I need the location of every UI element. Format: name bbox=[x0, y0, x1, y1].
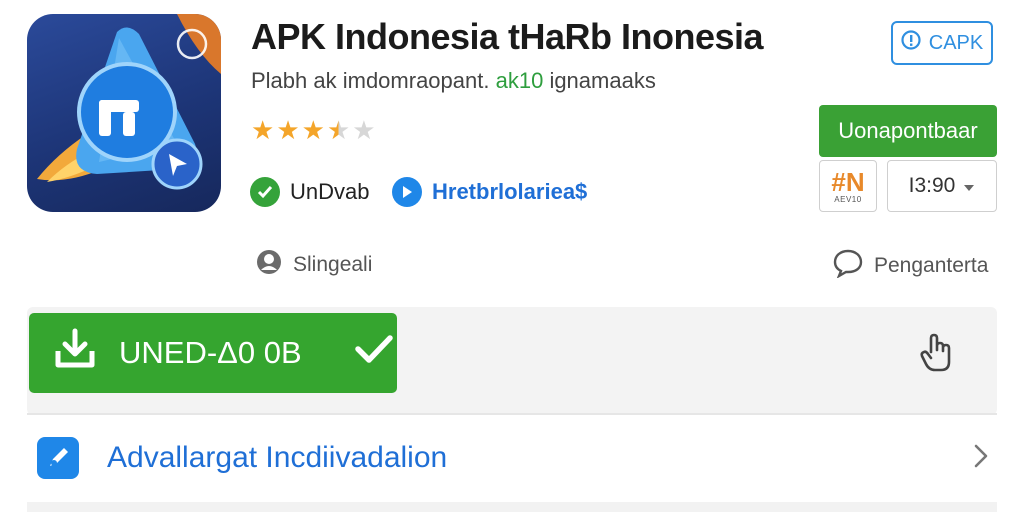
star-icon: ★ bbox=[251, 115, 275, 145]
chevron-down-icon bbox=[963, 174, 975, 198]
divider bbox=[27, 413, 997, 415]
apk-badge-label: CAPK bbox=[928, 31, 984, 54]
tag-developer-label: UnDvab bbox=[290, 179, 370, 204]
apk-badge-button[interactable]: CAPK bbox=[891, 21, 993, 65]
subtitle-accent: ak10 bbox=[495, 68, 544, 93]
app-icon bbox=[27, 14, 221, 212]
star-icon: ★ bbox=[301, 115, 325, 145]
user-icon bbox=[255, 248, 283, 282]
publisher-logo[interactable]: #N AEV10 bbox=[819, 160, 877, 212]
version-select[interactable]: I3:90 bbox=[887, 160, 997, 212]
pen-icon bbox=[37, 437, 79, 479]
publisher-glyph: #N bbox=[831, 166, 865, 197]
subtitle-tail: ignamaaks bbox=[549, 68, 656, 93]
meta-author-label: Slingeali bbox=[293, 253, 373, 276]
meta-comments-label: Penganterta bbox=[874, 254, 989, 277]
version-value: I3:90 bbox=[908, 174, 956, 197]
link-label: Advallargat Incdiivadalion bbox=[107, 441, 448, 474]
app-subtitle: Plabh ak imdomraopant. ak10 ignamaaks bbox=[251, 68, 656, 94]
hand-pointer-icon bbox=[917, 332, 957, 379]
check-badge-icon bbox=[250, 177, 280, 207]
star-icon: ★ bbox=[276, 115, 300, 145]
star-icon: ★ bbox=[326, 115, 351, 145]
app-title: APK Indonesia tHaRb Inonesia bbox=[251, 16, 764, 57]
arrow-badge-icon bbox=[392, 177, 422, 207]
install-button[interactable]: Uonapontbaar bbox=[819, 105, 997, 157]
info-icon bbox=[901, 30, 921, 56]
download-label: UNED-Δ0 0B bbox=[119, 335, 302, 370]
tag-category[interactable]: Hretbrlolariea$ bbox=[392, 177, 587, 207]
publisher-caption: AEV10 bbox=[834, 194, 862, 204]
share-button[interactable] bbox=[914, 332, 960, 378]
subtitle-main: Plabh ak imdomraopant. bbox=[251, 68, 490, 93]
download-button[interactable]: UNED-Δ0 0B bbox=[29, 313, 397, 393]
chat-bubble-icon bbox=[832, 248, 864, 284]
app-logo-icon bbox=[37, 14, 221, 190]
chevron-right-icon bbox=[973, 443, 989, 474]
bottom-band bbox=[27, 502, 997, 512]
meta-author[interactable]: Slingeali bbox=[255, 248, 372, 282]
download-icon bbox=[53, 327, 97, 379]
tag-category-label: Hretbrlolariea$ bbox=[432, 179, 588, 204]
star-icon: ★ bbox=[352, 115, 376, 145]
tag-developer[interactable]: UnDvab bbox=[250, 177, 369, 207]
meta-comments[interactable]: Penganterta bbox=[832, 248, 988, 284]
link-row[interactable]: Advallargat Incdiivadalion bbox=[27, 422, 997, 494]
rating-stars: ★ ★ ★ ★ ★ bbox=[251, 116, 376, 144]
check-icon bbox=[354, 333, 394, 373]
